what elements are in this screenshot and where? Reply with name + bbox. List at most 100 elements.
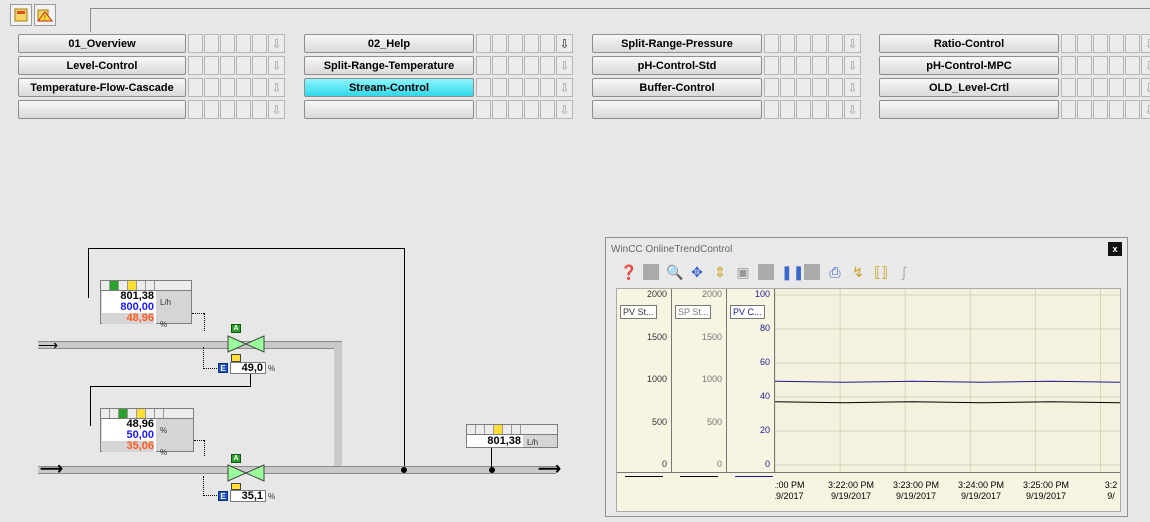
down-arrow-icon[interactable]: ⇩ <box>268 34 285 53</box>
pause-icon[interactable]: ❚❚ <box>781 264 804 281</box>
down-arrow-icon[interactable]: ⇩ <box>556 78 573 97</box>
alarm-slot <box>828 56 843 75</box>
nav-cell: pH-Control-Std ⇩ <box>592 56 861 75</box>
down-arrow-icon[interactable]: ⇩ <box>1141 100 1150 119</box>
axis-tag[interactable]: PV C... <box>730 305 765 319</box>
alarm-slot <box>1125 78 1140 97</box>
alarm-slot <box>508 100 523 119</box>
nav-button[interactable]: Temperature-Flow-Cascade <box>18 78 186 97</box>
control-valve-1-icon[interactable] <box>226 334 266 354</box>
stop-icon[interactable]: ▣ <box>735 264 751 281</box>
valve1-mode-badge: E <box>218 363 228 373</box>
alarm-slot <box>252 100 267 119</box>
valve1-auto-badge: A <box>231 324 241 333</box>
alarm-slot <box>508 78 523 97</box>
axis-tag[interactable]: SP St... <box>675 305 712 319</box>
export-icon[interactable]: ↯ <box>850 264 866 281</box>
statistics-icon[interactable]: ∫ <box>896 264 912 280</box>
nav-button[interactable]: pH-Control-Std <box>592 56 762 75</box>
tab-strip-line <box>90 8 1150 32</box>
controller1-out: 48,96 <box>102 313 154 324</box>
screen-warning-icon[interactable]: ! <box>34 4 56 26</box>
flow-controller-faceplate[interactable]: 801,38 800,00 48,96 L/h % <box>100 280 192 329</box>
time-label-date: 9/19/2017 <box>895 491 937 501</box>
down-arrow-icon[interactable]: ⇩ <box>556 34 573 53</box>
nav-row: ⇩ ⇩ ⇩ ⇩ <box>18 100 1150 120</box>
trend-title: WinCC OnlineTrendControl <box>611 243 733 255</box>
down-arrow-icon[interactable]: ⇩ <box>556 100 573 119</box>
scale-icon[interactable]: ⇕ <box>712 264 728 281</box>
nav-button[interactable]: 02_Help <box>304 34 474 53</box>
nav-button[interactable] <box>879 100 1059 119</box>
nav-cell: Split-Range-Temperature ⇩ <box>304 56 573 75</box>
nav-button[interactable]: 01_Overview <box>18 34 186 53</box>
nav-button[interactable]: Ratio-Control <box>879 34 1059 53</box>
down-arrow-icon[interactable]: ⇩ <box>844 78 861 97</box>
down-arrow-icon[interactable]: ⇩ <box>268 78 285 97</box>
down-arrow-icon[interactable]: ⇩ <box>1141 56 1150 75</box>
time-axis-label: 3:22:00 PM 9/19/2017 <box>820 480 882 502</box>
down-arrow-icon[interactable]: ⇩ <box>844 56 861 75</box>
nav-button[interactable]: Split-Range-Temperature <box>304 56 474 75</box>
print-icon[interactable]: ⎙ <box>827 264 843 281</box>
nav-button[interactable]: Split-Range-Pressure <box>592 34 762 53</box>
alarm-slot <box>1061 78 1076 97</box>
valve1-output[interactable]: E 49,0 % <box>218 362 275 374</box>
junction-dot <box>401 467 407 473</box>
valve2-output[interactable]: E 35,1 % <box>218 490 275 502</box>
window-icon[interactable] <box>10 4 32 26</box>
axis-tick-label: 0 <box>716 459 722 469</box>
nav-cell: Stream-Control ⇩ <box>304 78 573 97</box>
alarm-slot <box>204 100 219 119</box>
nav-row: Temperature-Flow-Cascade ⇩ Stream-Control ⇩… <box>18 78 1150 98</box>
ratio-controller-faceplate[interactable]: 48,96 50,00 35,06 % % <box>100 408 194 457</box>
controller2-pv-unit: % <box>160 426 168 435</box>
down-arrow-icon[interactable]: ⇩ <box>556 56 573 75</box>
alarm-slot <box>188 78 203 97</box>
move-icon[interactable]: ✥ <box>689 264 705 281</box>
select-range-icon[interactable]: ⟦⟧ <box>873 264 889 281</box>
nav-cell: Split-Range-Pressure ⇩ <box>592 34 861 53</box>
value-axis-2: SP St... 2000 1500 1000 500 0 <box>672 289 727 472</box>
flow-indicator[interactable]: 801,38 L/h <box>466 424 558 448</box>
alarm-slot <box>252 78 267 97</box>
alarm-slot <box>812 56 827 75</box>
nav-button[interactable] <box>18 100 186 119</box>
down-arrow-icon[interactable]: ⇩ <box>844 100 861 119</box>
valve1-position: 49,0 <box>230 362 266 374</box>
down-arrow-icon[interactable]: ⇩ <box>268 56 285 75</box>
nav-button[interactable]: OLD_Level-Crtl <box>879 78 1059 97</box>
nav-button[interactable] <box>592 100 762 119</box>
controller1-pv-unit: L/h <box>160 298 172 307</box>
alarm-slot <box>1093 100 1108 119</box>
time-label-time: 3:25:00 PM <box>1022 480 1070 490</box>
alarm-slot <box>1077 34 1092 53</box>
nav-button[interactable]: Buffer-Control <box>592 78 762 97</box>
nav-button[interactable]: pH-Control-MPC <box>879 56 1059 75</box>
nav-button[interactable]: Level-Control <box>18 56 186 75</box>
help-icon[interactable]: ❓ <box>620 264 637 281</box>
axis-tag[interactable]: PV St... <box>620 305 657 319</box>
down-arrow-icon[interactable]: ⇩ <box>1141 78 1150 97</box>
valve2-mode-badge: E <box>218 491 228 501</box>
trend-control-window[interactable]: WinCC OnlineTrendControl x ❓ 🔍 ✥ ⇕ ▣ ❚❚ … <box>605 237 1128 517</box>
axis-tick-label: 500 <box>706 416 722 427</box>
nav-button[interactable]: Stream-Control <box>304 78 474 97</box>
alarm-slot <box>476 34 491 53</box>
down-arrow-icon[interactable]: ⇩ <box>844 34 861 53</box>
down-arrow-icon[interactable]: ⇩ <box>268 100 285 119</box>
axis-tick-label: 0 <box>661 459 667 469</box>
close-icon[interactable]: x <box>1108 242 1122 256</box>
nav-button[interactable] <box>304 100 474 119</box>
alarm-slot <box>540 56 555 75</box>
alarm-slot <box>764 78 779 97</box>
zoom-icon[interactable]: 🔍 <box>666 264 683 281</box>
down-arrow-icon[interactable]: ⇩ <box>1141 34 1150 53</box>
time-axis-label: 3:2 9/ <box>1080 480 1120 502</box>
alarm-slot <box>252 34 267 53</box>
alarm-slot <box>524 34 539 53</box>
nav-cell: 02_Help ⇩ <box>304 34 573 53</box>
control-valve-2-icon[interactable] <box>226 463 266 483</box>
controller2-out: 35,06 <box>102 441 154 452</box>
valve2-actuator-icon <box>231 483 241 490</box>
